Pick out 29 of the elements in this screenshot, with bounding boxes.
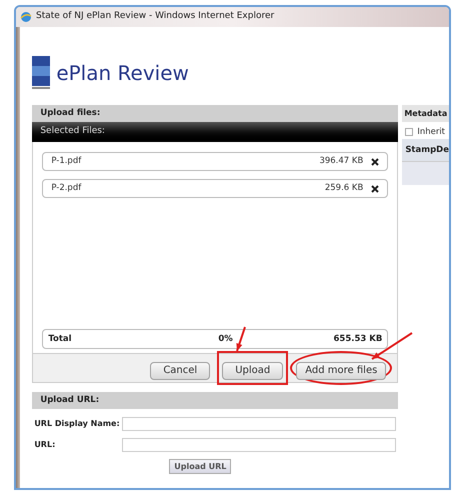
- total-progress: 0%: [218, 332, 233, 346]
- file-size: 396.47 KB: [319, 155, 364, 168]
- add-files-button[interactable]: Add more files: [296, 362, 386, 380]
- file-name: P-1.pdf: [51, 155, 82, 168]
- section-header: Upload files:: [32, 105, 398, 122]
- input-field[interactable]: [122, 417, 396, 431]
- metadata-header: Metadata: [402, 105, 449, 122]
- checkbox-label: Inherit: [417, 126, 446, 138]
- remove-icon[interactable]: [371, 158, 380, 166]
- window-title: State of NJ ePlan Review - Windows Internet Explorer: [36, 10, 274, 24]
- upload-url-button[interactable]: Upload URL: [169, 459, 232, 474]
- metadata-panel: [402, 161, 449, 185]
- section-header: Upload URL:: [32, 392, 398, 409]
- column-header: StampDe: [402, 139, 449, 161]
- file-size: 259.6 KB: [324, 182, 364, 195]
- field-label: URL Display Name:: [34, 418, 121, 430]
- list-header: Selected Files:: [32, 122, 398, 142]
- total-label: Total: [48, 332, 73, 346]
- cancel-button[interactable]: Cancel: [150, 362, 210, 380]
- input-field[interactable]: [122, 438, 396, 452]
- upload-button[interactable]: Upload: [222, 362, 284, 380]
- field-label: URL:: [34, 439, 56, 451]
- remove-icon[interactable]: [371, 184, 380, 192]
- browser-logo-icon: [20, 11, 32, 23]
- total-size: 655.53 KB: [333, 332, 382, 346]
- app-title: ePlan Review: [56, 60, 189, 87]
- logo-icon: [32, 56, 52, 90]
- checkbox[interactable]: [405, 128, 414, 136]
- file-name: P-2.pdf: [51, 182, 82, 195]
